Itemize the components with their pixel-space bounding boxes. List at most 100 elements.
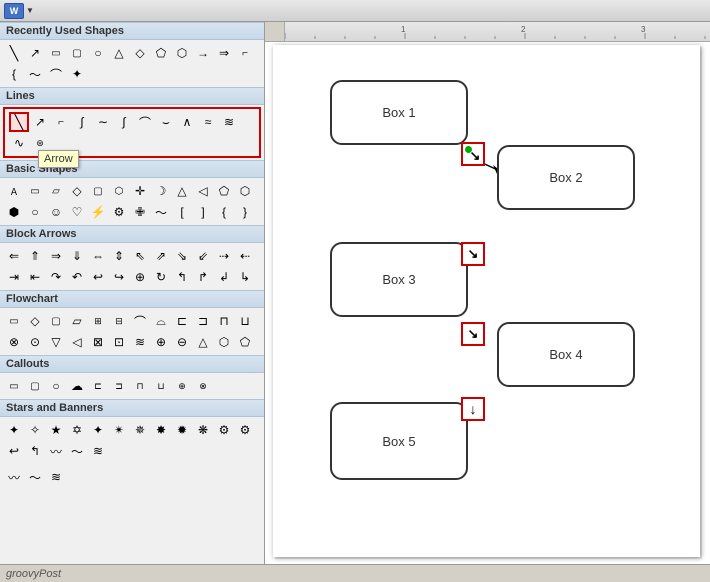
shape-wave2[interactable]: ≈ bbox=[198, 112, 218, 132]
bs-diamond[interactable]: ◇ bbox=[67, 181, 87, 201]
shape-circle[interactable]: ○ bbox=[88, 43, 108, 63]
sb-double-wave[interactable]: 〜 bbox=[67, 441, 87, 461]
bs-text[interactable]: Ａ bbox=[4, 181, 24, 201]
bs-parallelogram[interactable]: ▱ bbox=[46, 181, 66, 201]
shape-elbow[interactable]: ⌐ bbox=[235, 43, 255, 63]
fc-or[interactable]: ⊖ bbox=[172, 332, 192, 352]
sb-star16[interactable]: ✸ bbox=[151, 420, 171, 440]
sb-star10[interactable]: ✵ bbox=[130, 420, 150, 440]
ba-ud[interactable]: ⇕ bbox=[109, 246, 129, 266]
bs-triangle[interactable]: △ bbox=[172, 181, 192, 201]
ba-uturnarrow[interactable]: ↩ bbox=[88, 267, 108, 287]
sb-extra3[interactable]: ≋ bbox=[46, 467, 66, 487]
bs-hexagon[interactable]: ⬡ bbox=[235, 181, 255, 201]
bs-brace1[interactable]: { bbox=[214, 202, 234, 222]
ba-ul[interactable]: ⇖ bbox=[130, 246, 150, 266]
sb-gear2[interactable]: ⚙ bbox=[235, 420, 255, 440]
bs-rounded-rect[interactable]: ▢ bbox=[88, 181, 108, 201]
bs-bracket2[interactable]: ] bbox=[193, 202, 213, 222]
fc-offpage-conn[interactable]: ▽ bbox=[46, 332, 66, 352]
shape-rect[interactable]: ▭ bbox=[46, 43, 66, 63]
ba-curved-l[interactable]: ↶ bbox=[67, 267, 87, 287]
shape-elbow-connector[interactable]: ⌐ bbox=[51, 112, 71, 132]
co-bend1[interactable]: ⊐ bbox=[109, 376, 129, 396]
bs-gear[interactable]: ⚙ bbox=[109, 202, 129, 222]
co-bend2[interactable]: ⊓ bbox=[130, 376, 150, 396]
co-oval[interactable]: ○ bbox=[46, 376, 66, 396]
shape-rounded-rect[interactable]: ▢ bbox=[67, 43, 87, 63]
fc-decision[interactable]: ◇ bbox=[25, 311, 45, 331]
shape-squiggle[interactable]: ∿ bbox=[9, 133, 29, 153]
shape-arrow-tool[interactable]: ↗ bbox=[30, 112, 50, 132]
sb-extra2[interactable]: 〜 bbox=[25, 467, 45, 487]
bs-brace2[interactable]: } bbox=[235, 202, 255, 222]
shape-curve[interactable]: ⌒ bbox=[135, 112, 155, 132]
diagram-box-2[interactable]: Box 2 bbox=[497, 145, 635, 210]
fc-terminator[interactable]: ▢ bbox=[46, 311, 66, 331]
shape-double-arrow[interactable]: ⇒ bbox=[214, 43, 234, 63]
bs-heptagon[interactable]: ⬢ bbox=[4, 202, 24, 222]
ba-notched-l[interactable]: ⇤ bbox=[25, 267, 45, 287]
shape-arrow-ne[interactable]: ↗ bbox=[25, 43, 45, 63]
shape-arc[interactable]: ⌒ bbox=[46, 64, 66, 84]
ba-ur[interactable]: ⇗ bbox=[151, 246, 171, 266]
sb-star6[interactable]: ✡ bbox=[67, 420, 87, 440]
fc-delay[interactable]: ⊏ bbox=[172, 311, 192, 331]
bs-lightning[interactable]: ⚡ bbox=[88, 202, 108, 222]
fc-prep[interactable]: ⬡ bbox=[214, 332, 234, 352]
fc-data[interactable]: ▱ bbox=[67, 311, 87, 331]
ba-circular[interactable]: ↻ bbox=[151, 267, 171, 287]
shape-diamond[interactable]: ◇ bbox=[130, 43, 150, 63]
bs-wave3[interactable]: 〜 bbox=[151, 202, 171, 222]
sb-star8[interactable]: ✴ bbox=[109, 420, 129, 440]
shape-pentagon[interactable]: ⬠ bbox=[151, 43, 171, 63]
top-bar-dropdown[interactable]: ▼ bbox=[26, 6, 34, 15]
ba-curved-r[interactable]: ↷ bbox=[46, 267, 66, 287]
shape-star4[interactable]: ✦ bbox=[67, 64, 87, 84]
ba-dl[interactable]: ⇙ bbox=[193, 246, 213, 266]
co-rect[interactable]: ▭ bbox=[4, 376, 24, 396]
ba-bent1[interactable]: ↱ bbox=[193, 267, 213, 287]
ba-right[interactable]: ⇒ bbox=[46, 246, 66, 266]
ba-dr[interactable]: ⇘ bbox=[172, 246, 192, 266]
fc-collate[interactable]: ⊠ bbox=[88, 332, 108, 352]
shape-right-arrow[interactable]: → bbox=[193, 43, 213, 63]
ba-bent2[interactable]: ↲ bbox=[214, 267, 234, 287]
bs-cross[interactable]: ✛ bbox=[130, 181, 150, 201]
shape-bracket-left[interactable]: { bbox=[4, 64, 24, 84]
shape-arc2[interactable]: ⌣ bbox=[156, 112, 176, 132]
fc-loop-limit[interactable]: ⬠ bbox=[235, 332, 255, 352]
fc-compare[interactable]: △ bbox=[193, 332, 213, 352]
shape-double-wave[interactable]: ≋ bbox=[219, 112, 239, 132]
co-rounded[interactable]: ▢ bbox=[25, 376, 45, 396]
ba-uturnarrow2[interactable]: ↪ bbox=[109, 267, 129, 287]
sb-star7[interactable]: ✦ bbox=[88, 420, 108, 440]
ba-bent3[interactable]: ↳ bbox=[235, 267, 255, 287]
fc-manual-input[interactable]: ⊓ bbox=[214, 311, 234, 331]
bs-smiley[interactable]: ☺ bbox=[46, 202, 66, 222]
sb-star32[interactable]: ❋ bbox=[193, 420, 213, 440]
sb-extra1[interactable]: 〰 bbox=[4, 467, 24, 487]
sb-star5[interactable]: ★ bbox=[46, 420, 66, 440]
fc-internal[interactable]: ⊟ bbox=[109, 311, 129, 331]
bs-octagon[interactable]: ⬡ bbox=[109, 181, 129, 201]
shape-line[interactable]: ╲ bbox=[4, 43, 24, 63]
ba-lr[interactable]: ⇔ bbox=[88, 246, 108, 266]
drawing-canvas[interactable]: Box 1 Box 2 Box 3 Box 4 Box 5 ↘ bbox=[265, 42, 710, 564]
ba-s-curve[interactable]: ↰ bbox=[172, 267, 192, 287]
co-line[interactable]: ⊏ bbox=[88, 376, 108, 396]
bs-pentagon[interactable]: ⬠ bbox=[214, 181, 234, 201]
co-bend3[interactable]: ⊔ bbox=[151, 376, 171, 396]
co-accent-border[interactable]: ⊕ bbox=[172, 376, 192, 396]
co-no-border[interactable]: ⊗ bbox=[193, 376, 213, 396]
sb-scroll-h[interactable]: ↩ bbox=[4, 441, 24, 461]
bs-rtriangle[interactable]: ◁ bbox=[193, 181, 213, 201]
ba-striped-l[interactable]: ⇠ bbox=[235, 246, 255, 266]
sb-scroll-v[interactable]: ↰ bbox=[25, 441, 45, 461]
shape-wave[interactable]: 〜 bbox=[25, 64, 45, 84]
shape-scribble[interactable]: ∼ bbox=[93, 112, 113, 132]
ba-notched-r[interactable]: ⇥ bbox=[4, 267, 24, 287]
diagram-box-4[interactable]: Box 4 bbox=[497, 322, 635, 387]
fc-multidoc[interactable]: ⌓ bbox=[151, 311, 171, 331]
bs-rect[interactable]: ▭ bbox=[25, 181, 45, 201]
